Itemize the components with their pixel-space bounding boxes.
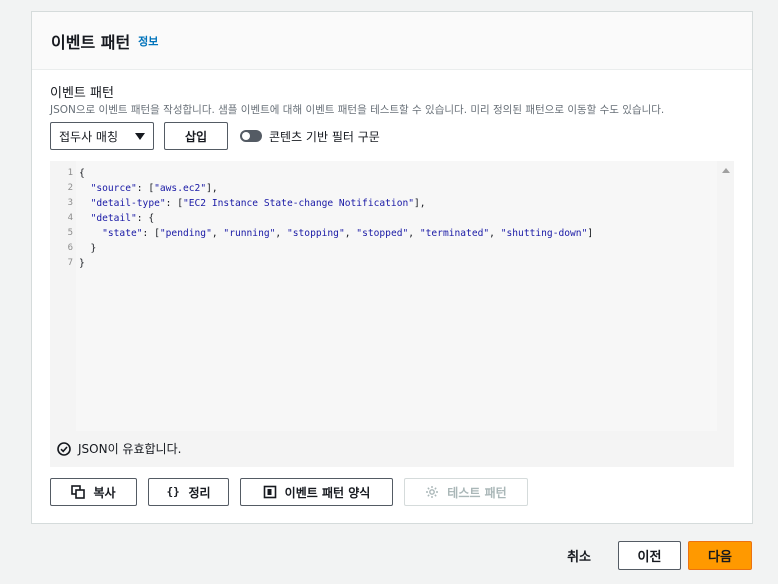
line-number: 4 xyxy=(67,213,73,223)
copy-button[interactable]: 복사 xyxy=(50,478,137,506)
caret-down-icon xyxy=(135,132,145,140)
panel-title: 이벤트 패턴 xyxy=(51,32,131,52)
match-type-value: 접두사 매칭 xyxy=(59,129,119,144)
gear-icon xyxy=(426,486,439,498)
code-editor: 1 2 3 4 5 6 7 { "source": ["aws.ec2"], "detail… xyxy=(50,161,734,467)
template-icon xyxy=(263,485,276,499)
editor-scrollbar[interactable] xyxy=(717,161,734,431)
line-number: 2 xyxy=(67,183,73,193)
copy-label: 복사 xyxy=(93,485,116,500)
next-button[interactable]: 다음 xyxy=(688,541,752,570)
line-number: 3 xyxy=(67,198,73,208)
event-pattern-panel: 이벤트 패턴 정보 이벤트 패턴 JSON으로 이벤트 패턴을 작성합니다. 샘… xyxy=(31,11,753,524)
code-line: } xyxy=(79,258,85,269)
validity-status: JSON이 유효합니다. xyxy=(57,440,181,457)
wizard-footer: 취소 이전 다음 xyxy=(567,541,752,570)
info-link[interactable]: 정보 xyxy=(138,33,158,49)
code-line: "detail": { xyxy=(90,213,155,224)
line-number: 5 xyxy=(67,228,73,238)
code-line: { xyxy=(79,168,85,179)
code-line: "source": ["aws.ec2"], xyxy=(90,183,218,194)
field-label: 이벤트 패턴 xyxy=(50,86,114,101)
content-filter-toggle-label: 콘텐츠 기반 필터 구문 xyxy=(269,129,380,144)
copy-icon xyxy=(71,485,86,499)
line-number: 6 xyxy=(67,243,73,253)
line-number: 7 xyxy=(67,258,73,268)
braces-icon: {} xyxy=(166,485,180,498)
test-pattern-label: 테스트 패턴 xyxy=(447,485,507,500)
previous-button[interactable]: 이전 xyxy=(618,541,681,570)
editor-toolbar: 접두사 매칭 삽입 콘텐츠 기반 필터 구문 xyxy=(50,122,380,150)
line-number: 1 xyxy=(67,168,73,178)
match-type-select[interactable]: 접두사 매칭 xyxy=(50,122,154,150)
event-pattern-template-button[interactable]: 이벤트 패턴 양식 xyxy=(240,478,393,506)
content-filter-toggle[interactable] xyxy=(240,130,262,142)
format-label: 정리 xyxy=(188,485,211,500)
editor-actions: 복사 {} 정리 이벤트 패턴 양식 테스트 패턴 xyxy=(50,478,528,506)
format-button[interactable]: {} 정리 xyxy=(148,478,229,506)
scroll-up-icon[interactable] xyxy=(722,168,730,173)
code-line: "detail-type": ["EC2 Instance State-chan… xyxy=(90,198,426,209)
cancel-button[interactable]: 취소 xyxy=(567,546,591,565)
validity-text: JSON이 유효합니다. xyxy=(78,442,182,456)
check-circle-icon xyxy=(57,441,71,456)
insert-button[interactable]: 삽입 xyxy=(164,122,228,150)
code-line: } xyxy=(79,243,97,254)
content-filter-toggle-group: 콘텐츠 기반 필터 구문 xyxy=(240,128,380,145)
panel-header: 이벤트 패턴 정보 xyxy=(32,12,752,70)
line-number-gutter: 1 2 3 4 5 6 7 xyxy=(50,161,76,431)
code-text-area[interactable]: { "source": ["aws.ec2"], "detail-type": … xyxy=(76,161,717,431)
field-description: JSON으로 이벤트 패턴을 작성합니다. 샘플 이벤트에 대해 이벤트 패턴을… xyxy=(50,104,665,116)
test-pattern-button: 테스트 패턴 xyxy=(404,478,528,506)
template-label: 이벤트 패턴 양식 xyxy=(284,485,371,500)
code-line: "state": ["pending", "running", "stoppin… xyxy=(102,228,594,239)
